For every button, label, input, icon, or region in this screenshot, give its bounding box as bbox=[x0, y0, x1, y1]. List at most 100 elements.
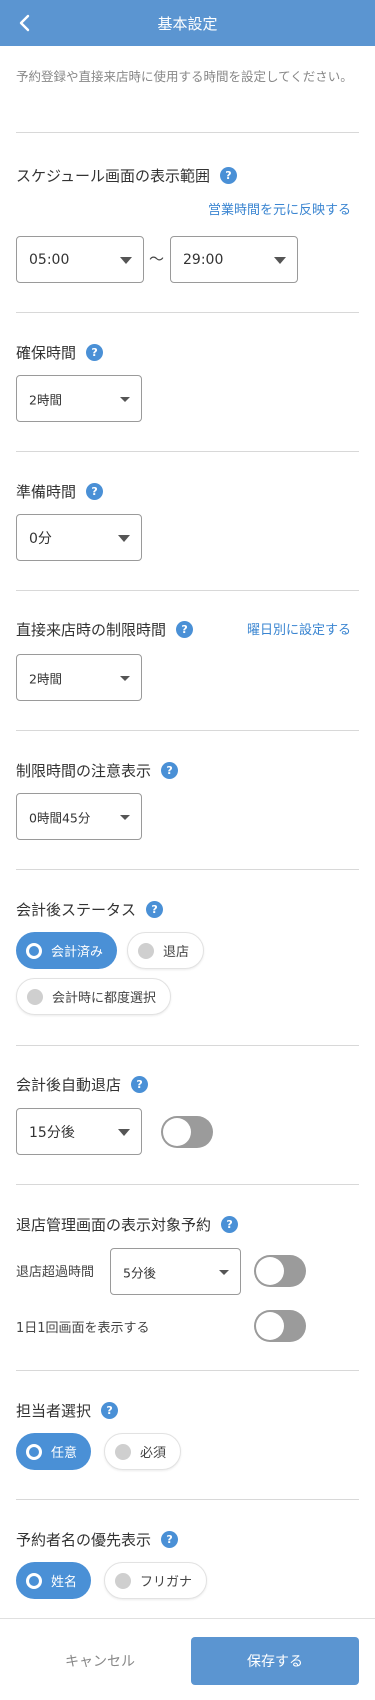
caret-down-icon bbox=[120, 675, 130, 681]
help-icon[interactable]: ? bbox=[86, 483, 104, 500]
overdue-time-label: 退店超過時間 bbox=[16, 1265, 95, 1280]
divider bbox=[16, 590, 359, 591]
radio-exited[interactable]: 退店 bbox=[127, 932, 205, 969]
overdue-time-select[interactable]: 5分後 bbox=[110, 1248, 241, 1295]
help-icon[interactable]: ? bbox=[146, 901, 164, 918]
reflect-business-hours-link[interactable]: 営業時間を元に反映する bbox=[208, 199, 351, 218]
schedule-range-title: スケジュール画面の表示範囲 bbox=[16, 167, 210, 185]
limit-notice-select[interactable]: 0時間45分 bbox=[16, 793, 142, 840]
radio-required[interactable]: 必須 bbox=[104, 1433, 182, 1470]
help-icon[interactable]: ? bbox=[86, 344, 104, 361]
radio-label: 会計時に都度選択 bbox=[52, 991, 157, 1006]
schedule-range-section-title: スケジュール画面の表示範囲 ? bbox=[16, 165, 237, 186]
select-value: 05:00 bbox=[29, 251, 70, 268]
set-by-weekday-link[interactable]: 曜日別に設定する bbox=[247, 619, 351, 638]
help-icon[interactable]: ? bbox=[101, 1402, 119, 1419]
show-once-daily-label: 1日1回画面を表示する bbox=[16, 1321, 150, 1336]
divider bbox=[16, 730, 359, 731]
prep-time-section-title: 準備時間 ? bbox=[16, 481, 104, 502]
select-value: 2時間 bbox=[29, 671, 62, 686]
caret-down-icon bbox=[120, 396, 130, 402]
select-value: 0時間45分 bbox=[29, 810, 91, 825]
radio-select-each-time[interactable]: 会計時に都度選択 bbox=[16, 978, 172, 1015]
help-icon[interactable]: ? bbox=[219, 167, 237, 184]
page-title: 基本設定 bbox=[157, 15, 218, 33]
caret-down-icon bbox=[118, 534, 130, 542]
overdue-time-toggle[interactable] bbox=[254, 1255, 306, 1287]
divider bbox=[16, 1499, 359, 1500]
help-icon[interactable]: ? bbox=[221, 1216, 239, 1233]
limit-notice-title: 制限時間の注意表示 bbox=[16, 762, 152, 780]
header-bar: 基本設定 bbox=[0, 0, 375, 46]
caret-down-icon bbox=[120, 256, 132, 264]
select-value: 15分後 bbox=[29, 1124, 75, 1141]
page-description: 予約登録や直接来店時に使用する時間を設定してください。 bbox=[16, 69, 353, 84]
schedule-start-select[interactable]: 05:00 bbox=[16, 236, 144, 283]
radio-optional[interactable]: 任意 bbox=[16, 1433, 92, 1470]
select-value: 29:00 bbox=[183, 251, 224, 268]
radio-label: 姓名 bbox=[51, 1575, 78, 1590]
radio-unselected-icon bbox=[27, 988, 43, 1005]
radio-label: 必須 bbox=[140, 1446, 167, 1461]
limit-notice-section-title: 制限時間の注意表示 ? bbox=[16, 760, 179, 781]
caret-down-icon bbox=[118, 1128, 130, 1136]
help-icon[interactable]: ? bbox=[161, 1531, 179, 1548]
divider bbox=[16, 1045, 359, 1046]
name-priority-title: 予約者名の優先表示 bbox=[16, 1531, 152, 1549]
caret-down-icon bbox=[219, 1269, 229, 1275]
auto-exit-toggle[interactable] bbox=[161, 1116, 213, 1148]
exit-management-title: 退店管理画面の表示対象予約 bbox=[16, 1216, 212, 1234]
walkin-limit-section-title: 直接来店時の制限時間 ? bbox=[16, 619, 194, 640]
show-once-daily-toggle[interactable] bbox=[254, 1310, 306, 1342]
radio-label: フリガナ bbox=[140, 1575, 193, 1590]
toggle-knob bbox=[163, 1118, 191, 1146]
help-icon[interactable]: ? bbox=[131, 1076, 149, 1093]
save-button[interactable]: 保存する bbox=[191, 1637, 359, 1685]
help-icon[interactable]: ? bbox=[176, 621, 194, 638]
radio-label: 会計済み bbox=[51, 945, 104, 960]
radio-selected-icon bbox=[26, 942, 42, 959]
caret-down-icon bbox=[274, 256, 286, 264]
toggle-knob bbox=[256, 1312, 284, 1340]
radio-selected-icon bbox=[26, 1443, 42, 1460]
secure-time-title: 確保時間 bbox=[16, 344, 77, 362]
cancel-button[interactable]: キャンセル bbox=[16, 1637, 184, 1685]
auto-exit-title: 会計後自動退店 bbox=[16, 1076, 122, 1094]
caret-down-icon bbox=[120, 814, 130, 820]
staff-selection-section-title: 担当者選択 ? bbox=[16, 1400, 119, 1421]
radio-label: 退店 bbox=[163, 945, 190, 960]
after-checkout-status-section-title: 会計後ステータス ? bbox=[16, 899, 164, 920]
toggle-knob bbox=[256, 1257, 284, 1285]
select-value: 0分 bbox=[29, 530, 52, 547]
staff-selection-title: 担当者選択 bbox=[16, 1402, 92, 1420]
divider bbox=[16, 312, 359, 313]
divider bbox=[16, 132, 359, 133]
divider bbox=[16, 869, 359, 870]
prep-time-select[interactable]: 0分 bbox=[16, 514, 142, 561]
radio-full-name[interactable]: 姓名 bbox=[16, 1562, 92, 1599]
name-priority-section-title: 予約者名の優先表示 ? bbox=[16, 1529, 179, 1550]
radio-furigana[interactable]: フリガナ bbox=[104, 1562, 208, 1599]
exit-management-section-title: 退店管理画面の表示対象予約 ? bbox=[16, 1214, 239, 1235]
radio-label: 任意 bbox=[51, 1446, 78, 1461]
select-value: 5分後 bbox=[123, 1265, 156, 1280]
radio-unselected-icon bbox=[138, 942, 154, 959]
select-value: 2時間 bbox=[29, 392, 62, 407]
schedule-end-select[interactable]: 29:00 bbox=[170, 236, 298, 283]
secure-time-select[interactable]: 2時間 bbox=[16, 375, 142, 422]
help-icon[interactable]: ? bbox=[161, 762, 179, 779]
walkin-limit-select[interactable]: 2時間 bbox=[16, 654, 142, 701]
divider bbox=[16, 451, 359, 452]
secure-time-section-title: 確保時間 ? bbox=[16, 342, 104, 363]
walkin-limit-title: 直接来店時の制限時間 bbox=[16, 621, 167, 639]
prep-time-title: 準備時間 bbox=[16, 483, 77, 501]
auto-exit-select[interactable]: 15分後 bbox=[16, 1108, 142, 1155]
range-separator: 〜 bbox=[149, 250, 165, 268]
after-checkout-status-title: 会計後ステータス bbox=[16, 901, 137, 919]
auto-exit-section-title: 会計後自動退店 ? bbox=[16, 1074, 149, 1095]
divider bbox=[16, 1370, 359, 1371]
radio-checked-out[interactable]: 会計済み bbox=[16, 932, 118, 969]
footer-bar: キャンセル 保存する bbox=[0, 1618, 375, 1700]
radio-unselected-icon bbox=[115, 1443, 131, 1460]
radio-selected-icon bbox=[26, 1572, 42, 1589]
